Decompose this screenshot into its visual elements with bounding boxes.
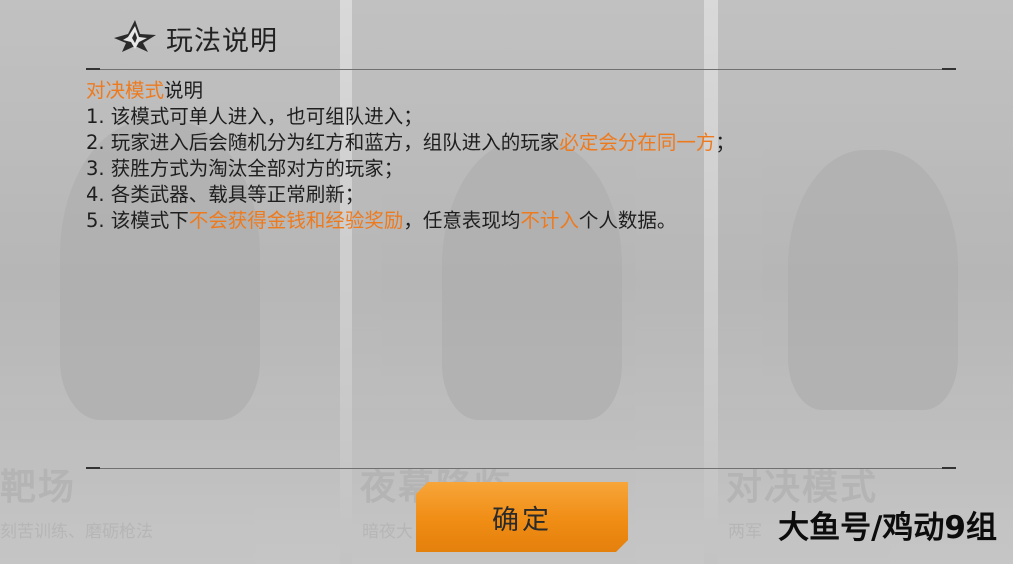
- rules-text: 对决模式说明 1. 该模式可单人进入，也可组队进入； 2. 玩家进入后会随机分为…: [86, 78, 946, 234]
- rule-highlight: 不计入: [520, 209, 579, 232]
- star-wing-icon: [112, 18, 158, 58]
- watermark-text: 大鱼号/鸡动9组: [778, 510, 997, 546]
- rule-text: ；: [715, 131, 735, 154]
- dialog-divider-top: [86, 68, 956, 70]
- confirm-button[interactable]: 确定: [416, 482, 628, 552]
- dialog-title: 玩法说明: [166, 25, 278, 57]
- rule-text: 个人数据。: [578, 209, 677, 232]
- rule-highlight: 不会获得金钱和经验奖励: [188, 209, 404, 232]
- rule-text: ，任意表现均: [403, 209, 521, 232]
- heading-suffix: 说明: [164, 79, 204, 102]
- rule-line-5: 5. 该模式下不会获得金钱和经验奖励，任意表现均不计入个人数据。: [86, 208, 946, 234]
- rule-highlight: 必定会分在同一方: [559, 131, 716, 154]
- mode-card-subtitle: 暗夜大: [362, 522, 413, 542]
- rule-text: 4. 各类武器、载具等正常刷新；: [86, 183, 365, 206]
- mode-card-subtitle: 刻苦训练、磨砺枪法: [0, 522, 153, 542]
- rule-text: 2. 玩家进入后会随机分为红方和蓝方，组队进入的玩家: [86, 131, 560, 154]
- rules-heading: 对决模式说明: [86, 78, 946, 104]
- rule-text: 5. 该模式下: [86, 209, 189, 232]
- dialog-divider-bottom: [86, 467, 956, 469]
- mode-name: 对决模式: [86, 79, 165, 102]
- rule-line-4: 4. 各类武器、载具等正常刷新；: [86, 182, 946, 208]
- rule-line-2: 2. 玩家进入后会随机分为红方和蓝方，组队进入的玩家必定会分在同一方；: [86, 130, 946, 156]
- rule-text: 3. 获胜方式为淘汰全部对方的玩家；: [86, 157, 404, 180]
- mode-card-subtitle: 两军: [728, 522, 762, 542]
- rule-line-3: 3. 获胜方式为淘汰全部对方的玩家；: [86, 156, 946, 182]
- mode-card-title: 靶场: [0, 467, 77, 508]
- rule-line-1: 1. 该模式可单人进入，也可组队进入；: [86, 104, 946, 130]
- rule-text: 1. 该模式可单人进入，也可组队进入；: [86, 105, 423, 128]
- dialog-header: 玩法说明: [112, 18, 278, 58]
